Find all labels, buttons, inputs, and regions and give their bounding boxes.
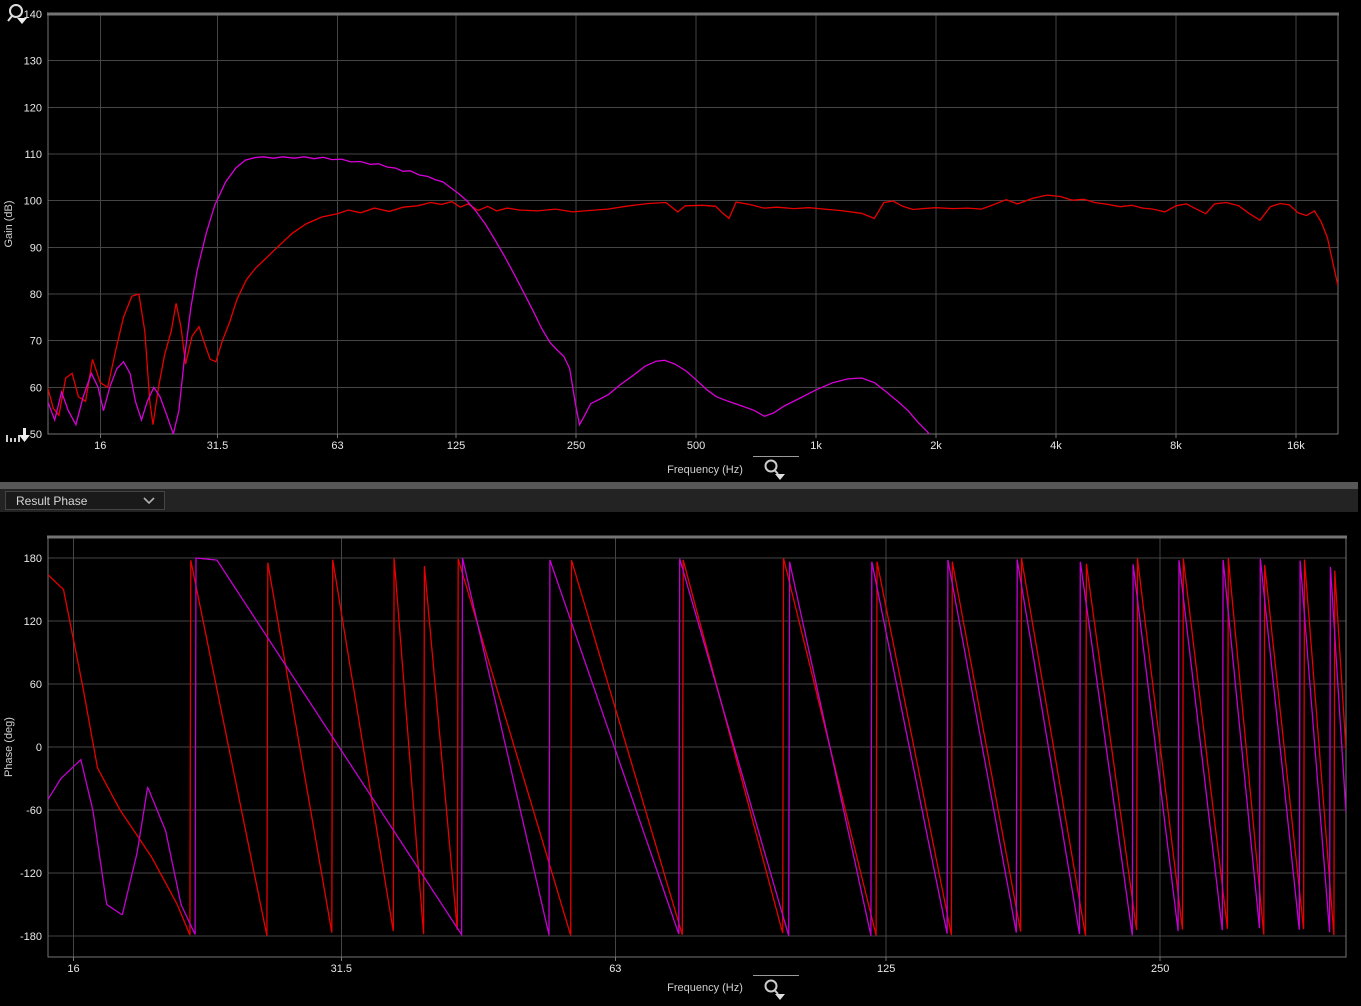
magnifier-handle-icon [775,990,779,994]
x-tick-label: 63 [331,440,343,452]
x-axis-title: Frequency (Hz) [667,982,743,994]
chevron-down-icon [142,496,156,505]
x-tick-label: 125 [447,440,465,452]
y-tick-label: -180 [20,931,42,943]
x-tick-label: 63 [609,963,621,975]
plot-border [48,14,1338,434]
arrow-down-icon [19,435,30,442]
x-tick-label: 500 [687,440,705,452]
app-window: 14013012011010090807060501631.5631252505… [0,0,1361,1006]
y-tick-label: 130 [24,56,42,68]
caret-down-icon [775,474,785,480]
phase-source-dropdown[interactable]: Result Phase [5,491,165,510]
x-zoom-divider[interactable] [753,975,799,976]
x-tick-label: 8k [1170,440,1182,452]
y-tick-label: 140 [24,9,42,21]
y-tick-label: 0 [36,742,42,754]
x-tick-label: 31.5 [331,963,352,975]
y-axis-title: Gain (dB) [3,200,15,247]
y-tick-label: 180 [24,553,42,565]
y-tick-label: 90 [30,242,42,254]
gain-chart[interactable]: 14013012011010090807060501631.5631252505… [0,0,1361,482]
y-tick-label: 60 [30,382,42,394]
y-tick-label: 110 [24,149,42,161]
bar-icon [14,438,16,442]
y-tick-label: 120 [24,616,42,628]
bar-icon [6,435,8,442]
y-tick-label: 100 [24,196,42,208]
x-tick-label: 4k [1050,440,1062,452]
x-tick-label: 1k [810,440,822,452]
x-tick-label: 16 [94,440,106,452]
y-tick-label: 120 [24,102,42,114]
caret-down-icon [775,994,785,1000]
magenta-response-trace [48,157,945,455]
x-tick-label: 250 [567,440,585,452]
y-tick-label: 60 [30,679,42,691]
bar-icon [10,438,12,442]
arrow-shaft-icon [23,428,26,436]
phase-source-label: Result Phase [16,494,87,508]
x-tick-label: 2k [930,440,942,452]
magnifier-handle-icon [775,470,779,474]
bar-icon [18,435,20,442]
x-tick-label: 31.5 [207,440,228,452]
y-tick-label: -120 [20,868,42,880]
y-tick-label: 80 [30,289,42,301]
x-tick-label: 125 [877,963,895,975]
red-response-trace [48,195,1338,425]
phase-toolbar: Result Phase [0,489,1358,512]
x-zoom-divider[interactable] [753,456,799,457]
y-tick-label: -60 [26,805,42,817]
y-tick-label: 70 [30,336,42,348]
pane-splitter[interactable] [0,482,1358,489]
x-tick-label: 250 [1151,963,1169,975]
x-axis-zoom-icon[interactable] [762,459,788,481]
axis-options-icon[interactable] [5,426,37,443]
x-tick-label: 16k [1287,440,1305,452]
x-axis-title: Frequency (Hz) [667,464,743,476]
y-axis-title: Phase (deg) [3,717,15,777]
phase-chart[interactable]: 180 120 60 0 -60 -120 -180 16 31.5 63 125 250 Phase … [0,520,1361,1006]
x-axis-zoom-icon[interactable] [762,979,788,1001]
x-tick-label: 16 [67,963,79,975]
